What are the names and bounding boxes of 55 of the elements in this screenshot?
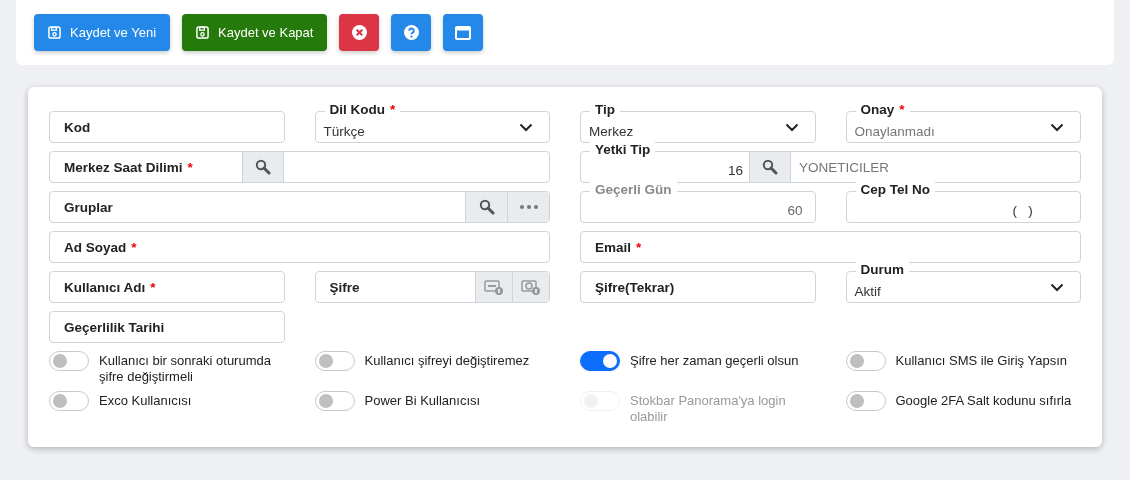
- search-button[interactable]: [242, 152, 284, 182]
- window-button[interactable]: [443, 14, 484, 51]
- close-icon: [351, 25, 367, 40]
- toggle-switch[interactable]: [314, 351, 355, 371]
- password-tool-button[interactable]: [475, 272, 512, 302]
- toggle-label: Şifre her zaman geçerli olsun: [630, 352, 799, 369]
- search-icon: [478, 199, 495, 215]
- text-field[interactable]: Kod: [49, 111, 285, 143]
- field-legend: Geçerli Gün: [590, 182, 677, 198]
- more-icon: [519, 205, 538, 209]
- lookup-field[interactable]: Merkez Saat Dilimi *: [49, 151, 550, 183]
- lookup-field[interactable]: Gruplar: [49, 191, 550, 223]
- password-tool-button[interactable]: [512, 272, 549, 302]
- toggle-switch[interactable]: [580, 351, 620, 371]
- toggle-switch[interactable]: [49, 391, 89, 411]
- save-icon: [196, 26, 210, 39]
- text-field[interactable]: Geçerlilik Tarihi: [49, 311, 285, 343]
- text-field[interactable]: Email *: [580, 231, 1081, 263]
- field-legend: Yetki Tip: [590, 142, 656, 158]
- password-field[interactable]: Şifre: [314, 271, 550, 303]
- search-icon: [255, 159, 271, 175]
- toggle-label: Stokbar Panorama'ya login olabilir: [630, 392, 787, 425]
- window-icon: [455, 25, 472, 40]
- save-close-button[interactable]: Kaydet ve Kapat: [182, 14, 328, 51]
- toggle-label: Kullanıcı SMS ile Giriş Yapsın: [895, 352, 1067, 369]
- toggle-label: Power Bi Kullanıcısı: [364, 392, 481, 409]
- chevron-down-icon: [784, 122, 799, 132]
- search-button[interactable]: [465, 192, 507, 222]
- save-icon: [48, 26, 61, 39]
- help-icon: [403, 25, 419, 40]
- password-card-icon: [484, 279, 504, 295]
- toggle-switch[interactable]: [49, 351, 89, 371]
- more-button[interactable]: [507, 192, 549, 222]
- chevron-down-icon: [1050, 282, 1064, 292]
- toggle-switch[interactable]: [845, 391, 886, 411]
- close-button[interactable]: [339, 14, 380, 51]
- toggle-switch[interactable]: [845, 351, 886, 371]
- chevron-down-icon: [519, 122, 533, 132]
- text-field[interactable]: Ad Soyad *: [49, 231, 550, 263]
- field-legend: Onay *: [855, 102, 910, 118]
- toggle-label: Google 2FA Salt kodunu sıfırla: [895, 392, 1072, 409]
- chevron-down-icon: [1050, 122, 1064, 132]
- toggle-switch[interactable]: [314, 391, 355, 411]
- search-button[interactable]: [749, 152, 791, 182]
- toggle-label: Kullanıcı şifreyi değiştiremez: [364, 352, 530, 369]
- toggle-label: Exco Kullanıcısı: [99, 392, 192, 409]
- text-field[interactable]: Şifre(Tekrar): [580, 271, 816, 303]
- field-legend: Tip: [590, 102, 620, 118]
- search-icon: [762, 159, 778, 175]
- field-legend: Cep Tel No: [855, 182, 935, 198]
- toggle-label: Kullanıcı bir sonraki oturumda şifre değiştirmeli: [99, 352, 272, 385]
- save-new-button[interactable]: Kaydet ve Yeni: [34, 14, 171, 51]
- password-search-icon: [521, 279, 541, 295]
- text-field[interactable]: Kullanıcı Adı *: [49, 271, 285, 303]
- help-button[interactable]: [391, 14, 432, 51]
